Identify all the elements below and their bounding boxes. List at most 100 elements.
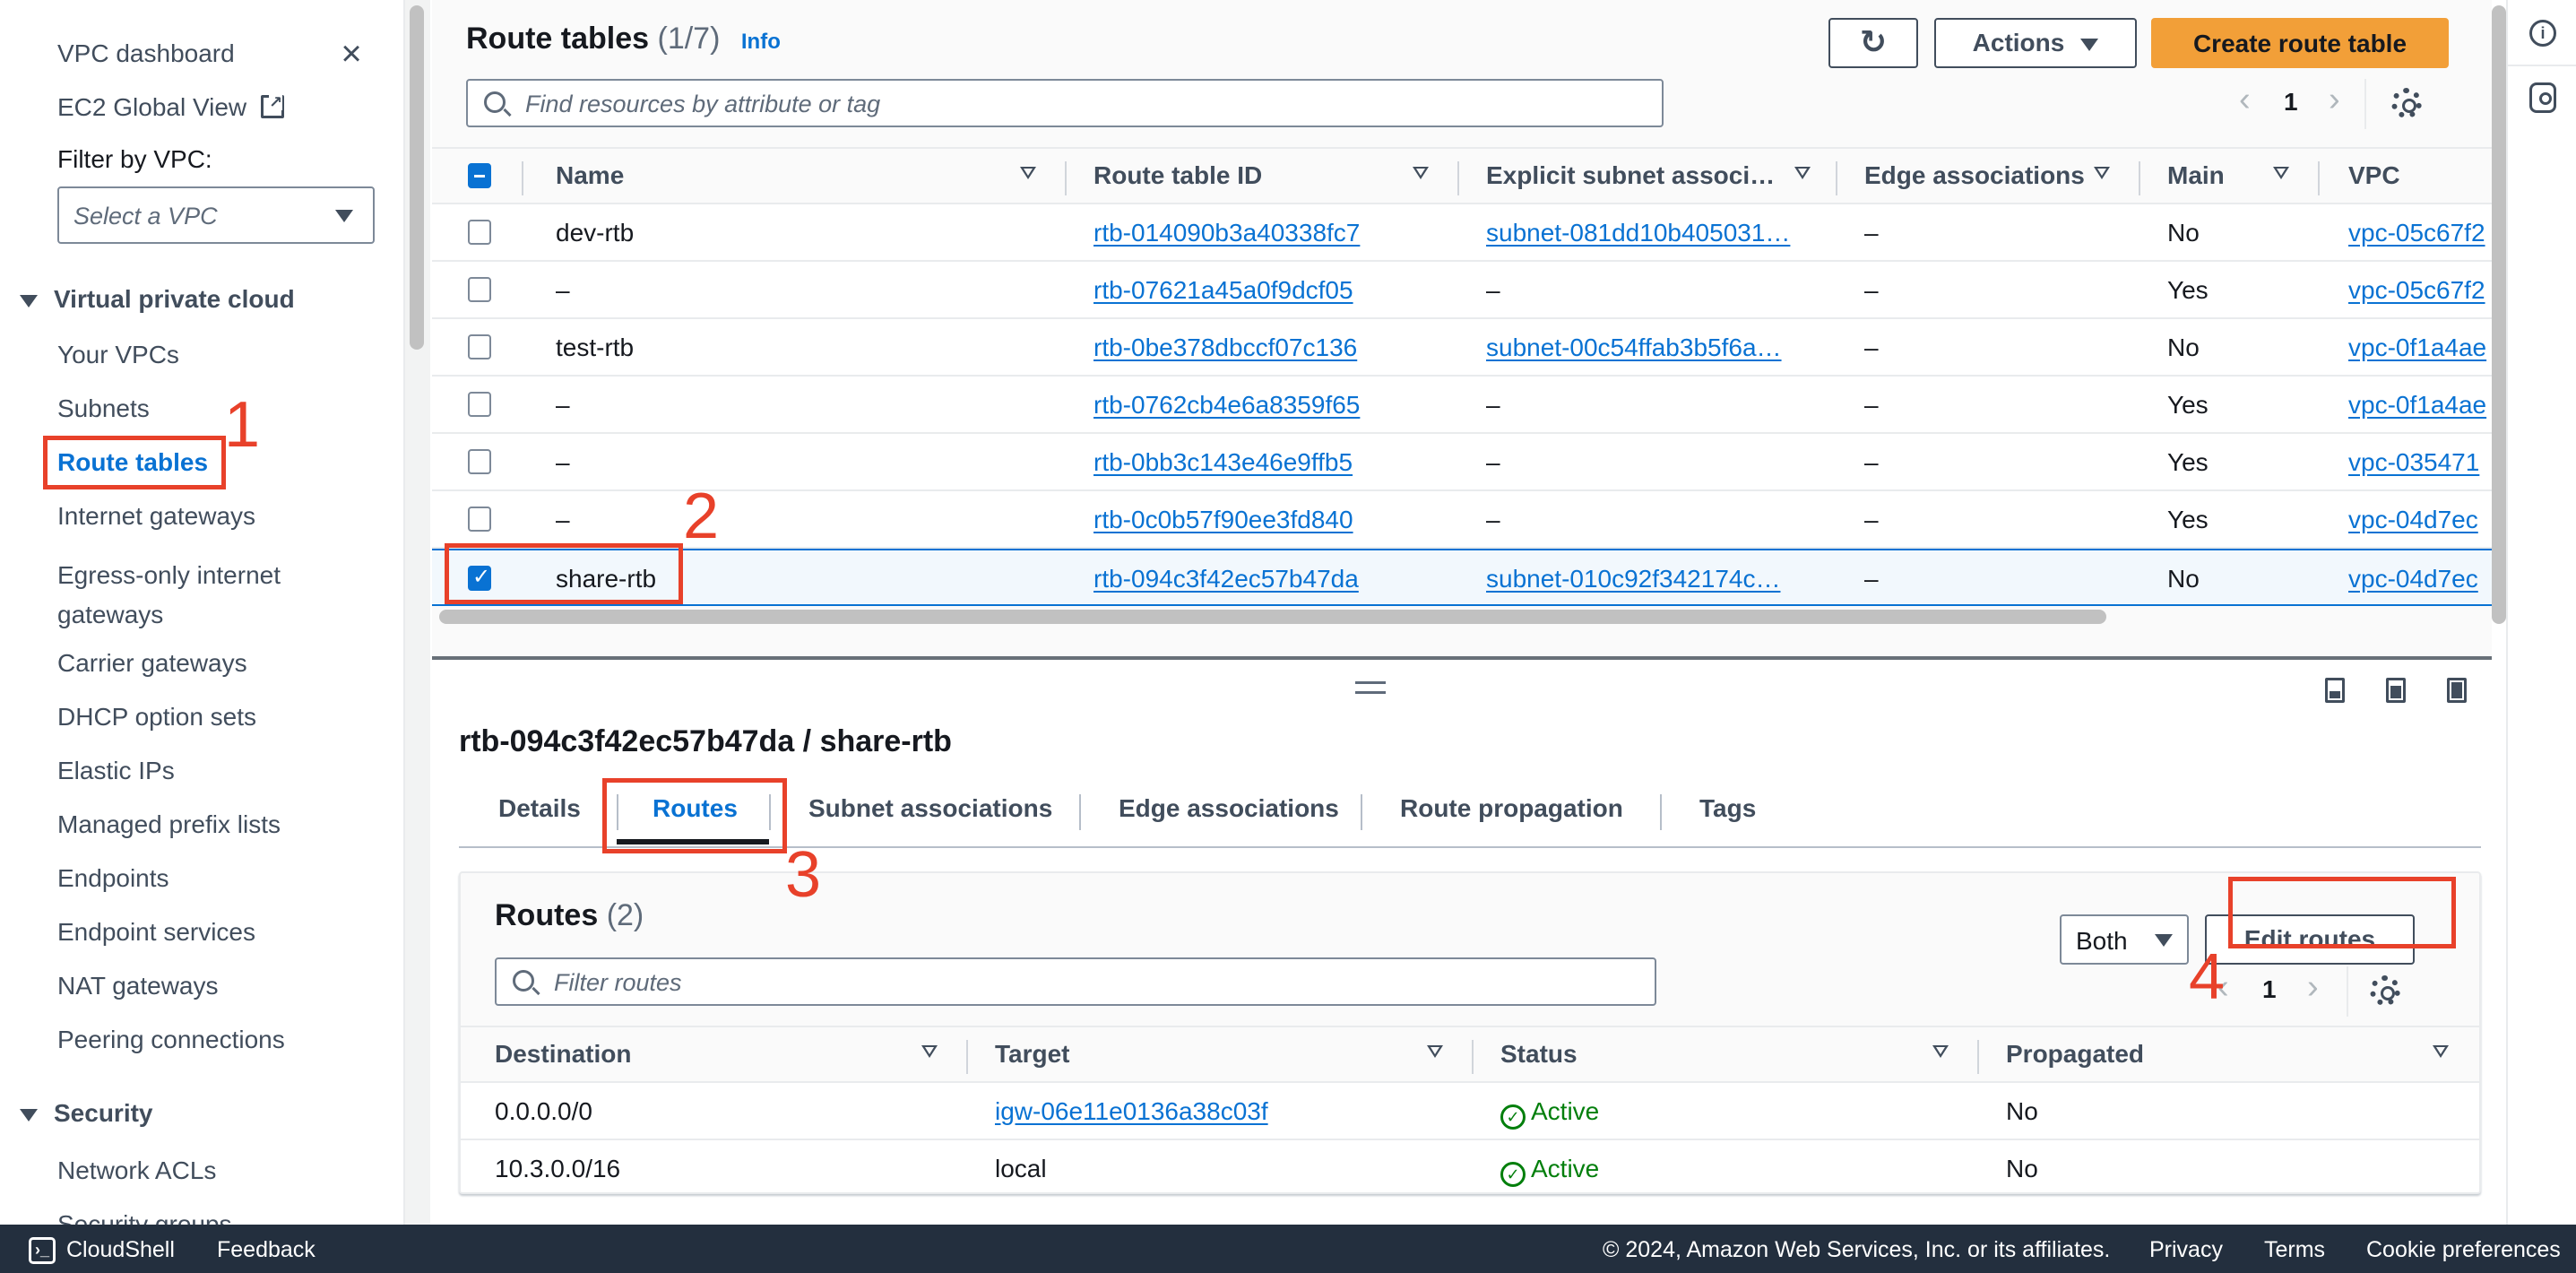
settings-gear-icon[interactable] [2370,975,2400,1006]
table-row[interactable]: test-rtb rtb-0be378dbccf07c136 subnet-00c5… [432,319,2492,377]
layout-bottom-medium-icon[interactable] [2386,678,2406,703]
privacy-link[interactable]: Privacy [2149,1237,2223,1263]
page-number[interactable]: 1 [2262,975,2277,1004]
main-scrollbar-thumb[interactable] [2492,5,2506,624]
col-header-propagated[interactable]: Propagated [2006,1040,2144,1069]
horizontal-scrollbar[interactable] [439,610,2106,624]
row-checkbox[interactable] [468,220,491,245]
cell-vpc[interactable]: vpc-05c67f2 [2348,219,2485,247]
cloudshell-link[interactable]: CloudShell [66,1237,175,1263]
refresh-button[interactable]: ↻ [1828,18,1918,68]
vpc-filter-select[interactable]: Select a VPC [57,186,375,244]
cell-route-table-id[interactable]: rtb-094c3f42ec57b47da [1094,565,1359,593]
table-row[interactable]: – rtb-07621a45a0f9dcf05 – – Yes vpc-05c67f2 [432,262,2492,319]
route-type-select[interactable]: Both [2060,914,2189,965]
sidebar-item-dhcp-option-sets[interactable]: DHCP option sets [57,703,256,732]
tab-tags[interactable]: Tags [1699,794,1756,823]
page-number[interactable]: 1 [2284,88,2298,117]
sidebar-item-endpoints[interactable]: Endpoints [57,864,169,893]
sidebar-item-peering-connections[interactable]: Peering connections [57,1026,285,1054]
col-header-vpc[interactable]: VPC [2348,161,2400,190]
section-security[interactable]: Security [20,1099,153,1128]
sort-icon[interactable] [2273,167,2289,179]
sort-icon[interactable] [1020,167,1036,179]
sidebar-item-network-acls[interactable]: Network ACLs [57,1156,216,1185]
sidebar-item-internet-gateways[interactable]: Internet gateways [57,502,255,531]
table-row[interactable]: – rtb-0c0b57f90ee3fd840 – – Yes vpc-04d7ec [432,491,2492,549]
settings-gear-icon[interactable] [2391,88,2422,118]
cell-route-table-id[interactable]: rtb-0c0b57f90ee3fd840 [1094,506,1353,534]
cell-vpc[interactable]: vpc-0f1a4ae [2348,333,2486,362]
cell-vpc[interactable]: vpc-0f1a4ae [2348,391,2486,420]
table-row[interactable]: – rtb-0762cb4e6a8359f65 – – Yes vpc-0f1a4ae [432,377,2492,434]
next-page-icon[interactable]: › [2329,81,2340,119]
feedback-link[interactable]: Feedback [217,1237,316,1263]
cloudshell-icon[interactable]: ›_ [29,1237,56,1264]
table-row[interactable]: – rtb-0bb3c143e46e9ffb5 – – Yes vpc-035471 [432,434,2492,491]
col-header-target[interactable]: Target [995,1040,1070,1069]
row-checkbox[interactable] [468,277,491,302]
sidebar-item-subnets[interactable]: Subnets [57,394,150,423]
cell-explicit-subnet[interactable]: subnet-081dd10b405031… [1486,219,1790,247]
sidebar-item-elastic-ips[interactable]: Elastic IPs [57,757,175,785]
cell-explicit-subnet[interactable]: subnet-00c54ffab3b5f6a… [1486,333,1782,362]
col-header-explicit-subnet[interactable]: Explicit subnet associ… [1486,161,1775,190]
filter-routes-input[interactable]: Filter routes [495,957,1656,1006]
col-header-edge-associations[interactable]: Edge associations [1864,161,2085,190]
sidebar-item-your-vpcs[interactable]: Your VPCs [57,341,179,369]
tab-subnet-associations[interactable]: Subnet associations [808,794,1052,823]
help-panel-icon[interactable] [2529,82,2556,113]
close-icon[interactable]: × [333,36,369,74]
sidebar-item-carrier-gateways[interactable]: Carrier gateways [57,649,247,678]
main-scrollbar[interactable] [2492,0,2506,628]
prev-page-icon[interactable]: ‹ [2239,81,2251,119]
row-checkbox[interactable] [468,334,491,359]
tab-route-propagation[interactable]: Route propagation [1400,794,1623,823]
sort-icon[interactable] [1427,1045,1443,1058]
row-checkbox[interactable] [468,449,491,474]
cell-vpc[interactable]: vpc-035471 [2348,448,2479,477]
tab-edge-associations[interactable]: Edge associations [1119,794,1339,823]
col-header-name[interactable]: Name [556,161,624,190]
sidebar-item-managed-prefix-lists[interactable]: Managed prefix lists [57,810,281,839]
table-row[interactable]: share-rtbrtb-094c3f42ec57b47dasubnet-010… [432,549,2492,606]
info-icon[interactable]: i [2529,20,2556,47]
sidebar-item-egress-only-internet-gateways[interactable]: Egress-only internet gateways [57,556,326,635]
sort-icon[interactable] [1932,1045,1949,1058]
col-header-destination[interactable]: Destination [495,1040,631,1069]
row-checkbox[interactable] [468,392,491,417]
cell-vpc[interactable]: vpc-04d7ec [2348,506,2478,534]
sidebar-item-nat-gateways[interactable]: NAT gateways [57,972,218,1000]
sort-icon[interactable] [1413,167,1429,179]
layout-bottom-small-icon[interactable] [2325,678,2345,703]
col-header-main[interactable]: Main [2167,161,2225,190]
sort-icon[interactable] [2094,167,2110,179]
cell-target[interactable]: igw-06e11e0136a38c03f [995,1097,1268,1126]
cell-vpc[interactable]: vpc-04d7ec [2348,565,2478,593]
col-header-status[interactable]: Status [1500,1040,1578,1069]
cookie-preferences-link[interactable]: Cookie preferences [2366,1237,2561,1263]
actions-button[interactable]: Actions [1934,18,2137,68]
select-all-checkbox[interactable] [468,163,491,188]
layout-full-icon[interactable] [2447,678,2467,703]
col-header-route-table-id[interactable]: Route table ID [1094,161,1262,190]
cell-explicit-subnet[interactable]: subnet-010c92f342174c… [1486,565,1780,593]
cell-vpc[interactable]: vpc-05c67f2 [2348,276,2485,305]
route-tables-search-input[interactable]: Find resources by attribute or tag [466,79,1664,127]
table-row[interactable]: dev-rtb rtb-014090b3a40338fc7 subnet-081dd… [432,204,2492,262]
next-page-icon[interactable]: › [2307,968,2319,1007]
section-virtual-private-cloud[interactable]: Virtual private cloud [20,285,295,314]
sidebar-vpc-dashboard[interactable]: VPC dashboard [57,39,235,68]
cell-route-table-id[interactable]: rtb-07621a45a0f9dcf05 [1094,276,1353,305]
cell-route-table-id[interactable]: rtb-014090b3a40338fc7 [1094,219,1360,247]
sidebar-ec2-global-view[interactable]: EC2 Global View ↗ [57,93,284,122]
sort-icon[interactable] [2433,1045,2449,1058]
cell-route-table-id[interactable]: rtb-0be378dbccf07c136 [1094,333,1357,362]
sort-icon[interactable] [1794,167,1811,179]
info-link[interactable]: Info [741,30,781,54]
sidebar-item-endpoint-services[interactable]: Endpoint services [57,918,255,947]
tab-details[interactable]: Details [498,794,581,823]
terms-link[interactable]: Terms [2264,1237,2325,1263]
create-route-table-button[interactable]: Create route table [2151,18,2449,68]
sidebar-scrollbar-thumb[interactable] [410,5,424,350]
